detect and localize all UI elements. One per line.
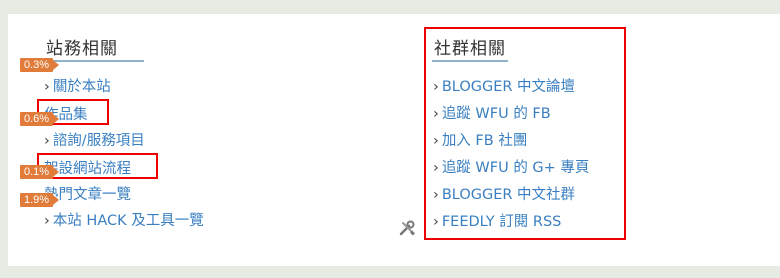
link-blogger-forum[interactable]: › BLOGGER 中文論壇: [433, 77, 575, 97]
link-follow-fb[interactable]: › 追蹤 WFU 的 FB: [433, 104, 551, 124]
community-links-title: 社群相關: [434, 39, 506, 59]
badge-about: 0.3%: [20, 58, 60, 72]
link-hack-tools[interactable]: › 本站 HACK 及工具一覽: [44, 211, 204, 231]
badge-popular: 1.9%: [20, 193, 60, 207]
link-consult[interactable]: › 諮詢/服務項目: [44, 131, 145, 151]
site-links-title: 站務相關: [46, 39, 118, 59]
link-feedly-rss[interactable]: › FEEDLY 訂閱 RSS: [433, 212, 561, 232]
link-fb-group[interactable]: › 加入 FB 社團: [433, 131, 527, 151]
link-blogger-community[interactable]: › BLOGGER 中文社群: [433, 185, 575, 205]
community-links-underline: [432, 60, 508, 62]
link-about[interactable]: › 關於本站: [44, 77, 111, 97]
link-follow-gplus[interactable]: › 追蹤 WFU 的 G+ 專頁: [433, 158, 589, 178]
tools-icon[interactable]: [398, 219, 416, 237]
badge-portfolio: 0.6%: [20, 112, 60, 126]
badge-build-process: 0.1%: [20, 165, 60, 179]
